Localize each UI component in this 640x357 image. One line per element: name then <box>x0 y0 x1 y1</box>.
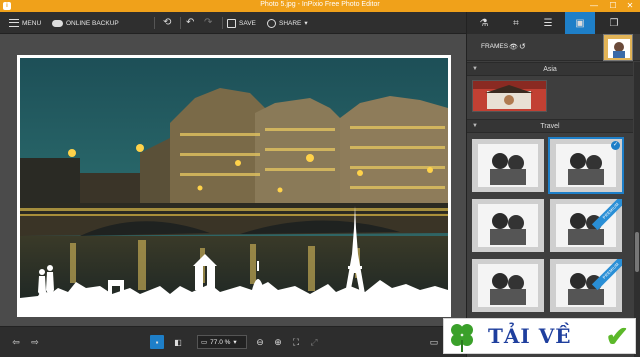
fullscreen-icon: ▭ <box>429 336 439 347</box>
menu-label: MENU <box>22 19 42 27</box>
redo-icon: ↷ <box>204 17 213 28</box>
collapse-icon: ▼ <box>472 66 478 72</box>
sliders-icon: ☰ <box>543 17 553 29</box>
actual-size-button[interactable]: ⤢ <box>307 335 321 349</box>
zoom-fit-icon: ▭ <box>201 339 208 346</box>
asia-thumb-image <box>473 81 546 111</box>
frame-preview-avatar <box>603 34 633 61</box>
save-label: SAVE <box>239 19 256 27</box>
close-button[interactable]: ✕ <box>620 0 640 12</box>
fit-screen-button[interactable]: ⛶ <box>289 335 303 349</box>
cloud-icon <box>52 19 63 27</box>
frame-thumb-travel[interactable]: ✓ <box>548 137 624 194</box>
category-label: Travel <box>540 123 560 130</box>
toolbar-divider <box>180 17 181 29</box>
arrow-left-icon: ⇦ <box>12 336 20 347</box>
app-window: i Photo 5.jpg - InPixio Free Photo Edito… <box>0 0 640 357</box>
photo-frame <box>17 55 451 317</box>
frames-icon: ▣ <box>575 17 585 29</box>
single-view-button[interactable]: ▪ <box>150 335 164 349</box>
previous-photo-button[interactable]: ⇦ <box>9 335 23 349</box>
travel-thumb-image <box>472 259 544 312</box>
crop-icon: ⌗ <box>513 17 519 29</box>
frames-label: FRAMES <box>481 43 509 50</box>
frame-thumb-travel[interactable] <box>472 199 544 252</box>
travel-thumb-image <box>472 199 544 252</box>
bottom-bar: ⇦ ⇨ ▪ ◧ ▭ 77.0 % ▾ ⊖ ⊕ ⛶ ⤢ ▭ <box>0 326 466 357</box>
arrow-right-icon: ⇨ <box>31 336 39 347</box>
redo-button[interactable]: ↷ <box>204 12 212 34</box>
paris-night-photo <box>20 58 448 314</box>
rotate-button[interactable]: ⟲ <box>163 12 171 34</box>
tab-frames[interactable]: ▣ <box>565 12 595 34</box>
compare-icon: ◧ <box>174 337 182 347</box>
minimize-button[interactable]: — <box>584 0 604 12</box>
category-label: Asia <box>543 66 557 73</box>
chevron-down-icon: ▾ <box>304 20 308 27</box>
eye-icon[interactable]: 👁 <box>509 43 518 51</box>
fit-screen-icon: ⛶ <box>292 336 300 347</box>
collapse-icon: ▼ <box>472 123 478 129</box>
window-title: Photo 5.jpg - InPixio Free Photo Editor <box>260 1 380 8</box>
chevron-down-icon: ▾ <box>233 339 237 346</box>
zoom-select[interactable]: ▭ 77.0 % ▾ <box>197 335 247 349</box>
share-label: SHARE <box>279 19 302 27</box>
share-icon <box>267 18 276 28</box>
preview-image <box>604 35 632 60</box>
zoom-in-button[interactable]: ⊕ <box>271 335 285 349</box>
tab-effects[interactable]: ⚗ <box>469 12 499 34</box>
save-button[interactable]: SAVE <box>227 12 256 34</box>
floppy-icon <box>227 18 236 28</box>
scrollbar-thumb[interactable] <box>635 232 639 272</box>
reset-icon[interactable]: ↺ <box>519 42 526 51</box>
layers-icon: ❐ <box>609 17 619 29</box>
toolbar-divider <box>154 17 155 29</box>
undo-icon: ↶ <box>186 17 195 28</box>
tab-layers[interactable]: ❐ <box>599 12 629 34</box>
category-travel[interactable]: ▼ Travel <box>467 119 633 133</box>
tab-adjust[interactable]: ☰ <box>533 12 563 34</box>
clover-icon <box>451 324 473 352</box>
rotate-icon: ⟲ <box>163 17 172 28</box>
tab-crop[interactable]: ⌗ <box>501 12 531 34</box>
fullscreen-button[interactable]: ▭ <box>427 335 441 349</box>
panel-scrollbar[interactable] <box>634 62 640 357</box>
undo-button[interactable]: ↶ <box>186 12 194 34</box>
hamburger-icon <box>9 19 19 27</box>
photo-canvas[interactable] <box>20 58 448 314</box>
next-photo-button[interactable]: ⇨ <box>28 335 42 349</box>
panel-tabs: ⚗ ⌗ ☰ ▣ ❐ <box>467 12 640 34</box>
check-icon: ✓ <box>611 141 620 150</box>
zoom-in-icon: ⊕ <box>274 336 282 347</box>
watermark-badge: TẢI VỀ ✔ <box>443 318 636 354</box>
toolbar-divider <box>222 17 223 29</box>
share-button[interactable]: SHARE ▾ <box>267 12 308 34</box>
zoom-out-icon: ⊖ <box>256 336 264 347</box>
category-asia[interactable]: ▼ Asia <box>467 62 633 76</box>
frame-thumb-travel[interactable] <box>472 259 544 312</box>
frame-thumb-travel[interactable] <box>472 139 544 192</box>
main-toolbar: MENU ONLINE BACKUP ⟲ ↶ ↷ SAVE SHARE ▾ <box>0 12 466 34</box>
expand-icon: ⤢ <box>310 336 318 347</box>
person-icon: ▪ <box>155 337 159 347</box>
right-panel: ⚗ ⌗ ☰ ▣ ❐ FRAMES 👁 ↺ ▼ Asia ▼ Travel ✓ P… <box>466 12 640 357</box>
canvas-area <box>0 35 466 325</box>
menu-button[interactable]: MENU <box>9 12 41 34</box>
online-backup-button[interactable]: ONLINE BACKUP <box>52 12 119 34</box>
frame-thumb-travel-premium[interactable]: PREMIUM <box>550 259 622 312</box>
frame-thumb-asia[interactable] <box>472 80 547 112</box>
compare-view-button[interactable]: ◧ <box>170 335 186 349</box>
title-bar: i Photo 5.jpg - InPixio Free Photo Edito… <box>0 0 640 12</box>
online-backup-label: ONLINE BACKUP <box>66 19 119 27</box>
zoom-out-button[interactable]: ⊖ <box>253 335 267 349</box>
checkmark-icon: ✔ <box>605 321 629 352</box>
watermark-text: TẢI VỀ <box>488 324 572 348</box>
zoom-value: 77.0 % <box>210 338 231 346</box>
flask-icon: ⚗ <box>479 17 489 29</box>
frame-thumb-travel-premium[interactable]: PREMIUM <box>550 199 622 252</box>
travel-thumb-image <box>472 139 544 192</box>
